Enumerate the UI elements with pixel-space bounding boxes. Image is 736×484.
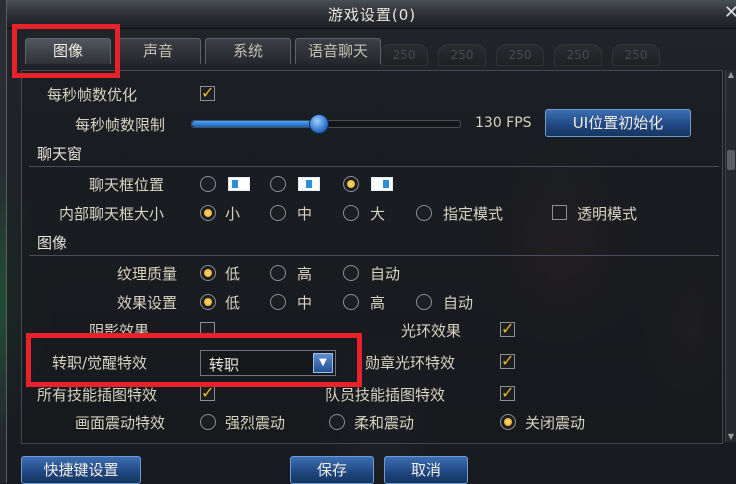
texture-auto-radio[interactable] — [343, 265, 359, 281]
transparent-mode-label: 透明模式 — [577, 205, 638, 223]
fps-slider-fill — [192, 121, 318, 127]
chat-size-row: 内部聊天框大小 小 中 大 指定模式 透明模式 — [7, 201, 707, 225]
party-skill-art-checkbox[interactable] — [500, 383, 515, 402]
shake-strong-radio[interactable] — [200, 414, 216, 430]
reset-ui-position-button[interactable]: UI位置初始化 — [545, 109, 691, 137]
chat-position-row: 聊天框位置 — [7, 172, 707, 196]
aura-effect-label: 光环效果 — [401, 322, 462, 340]
chat-size-radio-custom[interactable] — [416, 205, 432, 221]
effects-high-label: 高 — [370, 294, 386, 312]
fps-optimize-checkbox[interactable] — [200, 83, 215, 102]
shake-soft-label: 柔和震动 — [354, 414, 415, 432]
highlight-box-awaken-effect — [26, 333, 362, 387]
shake-strong-label: 强烈震动 — [225, 414, 286, 432]
transparent-mode-checkbox[interactable] — [552, 205, 567, 220]
scroll-down-icon[interactable]: ▼ — [726, 432, 736, 442]
chat-size-custom-label: 指定模式 — [443, 205, 504, 223]
chat-size-small-label: 小 — [225, 205, 241, 223]
effects-medium-label: 中 — [297, 294, 313, 312]
graphics-section-title: 图像 — [37, 234, 68, 252]
effects-auto-radio[interactable] — [416, 294, 432, 310]
texture-low-radio[interactable] — [200, 265, 216, 281]
shake-soft-radio[interactable] — [329, 414, 345, 430]
texture-high-radio[interactable] — [270, 265, 286, 281]
texture-quality-label: 纹理质量 — [117, 265, 178, 283]
tab-voice-chat[interactable]: 语音聊天 — [295, 38, 381, 64]
chat-size-radio-small[interactable] — [200, 205, 216, 221]
medal-aura-label: 勋章光环特效 — [365, 354, 456, 372]
chat-divider — [29, 166, 719, 167]
fps-limit-slider[interactable] — [191, 114, 461, 134]
effects-row: 效果设置 低 中 高 自动 — [7, 290, 707, 314]
screen-shake-row: 画面震动特效 强烈震动 柔和震动 关闭震动 — [7, 410, 707, 434]
chat-size-radio-large[interactable] — [343, 205, 359, 221]
chat-position-radio-1[interactable] — [200, 176, 216, 192]
screen-shake-label: 画面震动特效 — [75, 414, 166, 432]
all-skill-art-label: 所有技能插图特效 — [37, 386, 158, 404]
texture-low-label: 低 — [225, 265, 241, 283]
highlight-box-graphics-tab — [12, 24, 120, 78]
save-button[interactable]: 保存 — [290, 456, 374, 484]
fps-optimize-label: 每秒帧数优化 — [47, 86, 138, 104]
graphics-divider — [29, 255, 719, 256]
tab-sound[interactable]: 声音 — [115, 38, 201, 64]
effects-low-radio[interactable] — [200, 294, 216, 310]
shortcut-settings-button[interactable]: 快捷键设置 — [21, 456, 141, 484]
chat-size-radio-medium[interactable] — [270, 205, 286, 221]
fps-value: 130 FPS — [475, 115, 532, 131]
chat-position-left-icon — [228, 177, 250, 191]
scroll-thumb[interactable] — [727, 150, 735, 170]
effects-medium-radio[interactable] — [270, 294, 286, 310]
tab-system[interactable]: 系统 — [205, 38, 291, 64]
effects-low-label: 低 — [225, 294, 241, 312]
effects-auto-label: 自动 — [443, 294, 474, 312]
texture-quality-row: 纹理质量 低 高 自动 — [7, 261, 707, 285]
aura-effect-checkbox[interactable] — [500, 319, 515, 338]
texture-high-label: 高 — [297, 265, 313, 283]
scrollbar[interactable]: ▲ ▼ — [725, 70, 736, 442]
texture-auto-label: 自动 — [370, 265, 401, 283]
fps-slider-knob[interactable] — [308, 114, 329, 134]
cancel-button[interactable]: 取消 — [384, 456, 468, 484]
shake-off-radio[interactable] — [500, 414, 516, 430]
chat-position-right-icon — [371, 177, 393, 191]
chat-size-label: 内部聊天框大小 — [59, 205, 165, 223]
chat-size-large-label: 大 — [370, 205, 386, 223]
all-skill-art-checkbox[interactable] — [200, 383, 215, 402]
party-skill-art-label: 队员技能插图特效 — [325, 386, 446, 404]
chat-position-radio-3[interactable] — [343, 176, 359, 192]
effects-label: 效果设置 — [117, 294, 178, 312]
medal-aura-checkbox[interactable] — [500, 351, 515, 370]
chat-position-center-icon — [298, 177, 320, 191]
chat-position-label: 聊天框位置 — [89, 176, 165, 194]
close-icon[interactable]: ✕ — [724, 2, 736, 23]
shake-off-label: 关闭震动 — [525, 414, 586, 432]
chat-position-radio-2[interactable] — [270, 176, 286, 192]
scroll-up-icon[interactable]: ▲ — [726, 70, 736, 80]
window-title: 游戏设置(0) — [327, 6, 417, 24]
fps-optimize-row: 每秒帧数优化 — [7, 82, 707, 106]
chat-section-title: 聊天窗 — [37, 145, 83, 163]
effects-high-radio[interactable] — [343, 294, 359, 310]
fps-limit-label: 每秒帧数限制 — [75, 116, 166, 134]
chat-size-medium-label: 中 — [297, 205, 313, 223]
